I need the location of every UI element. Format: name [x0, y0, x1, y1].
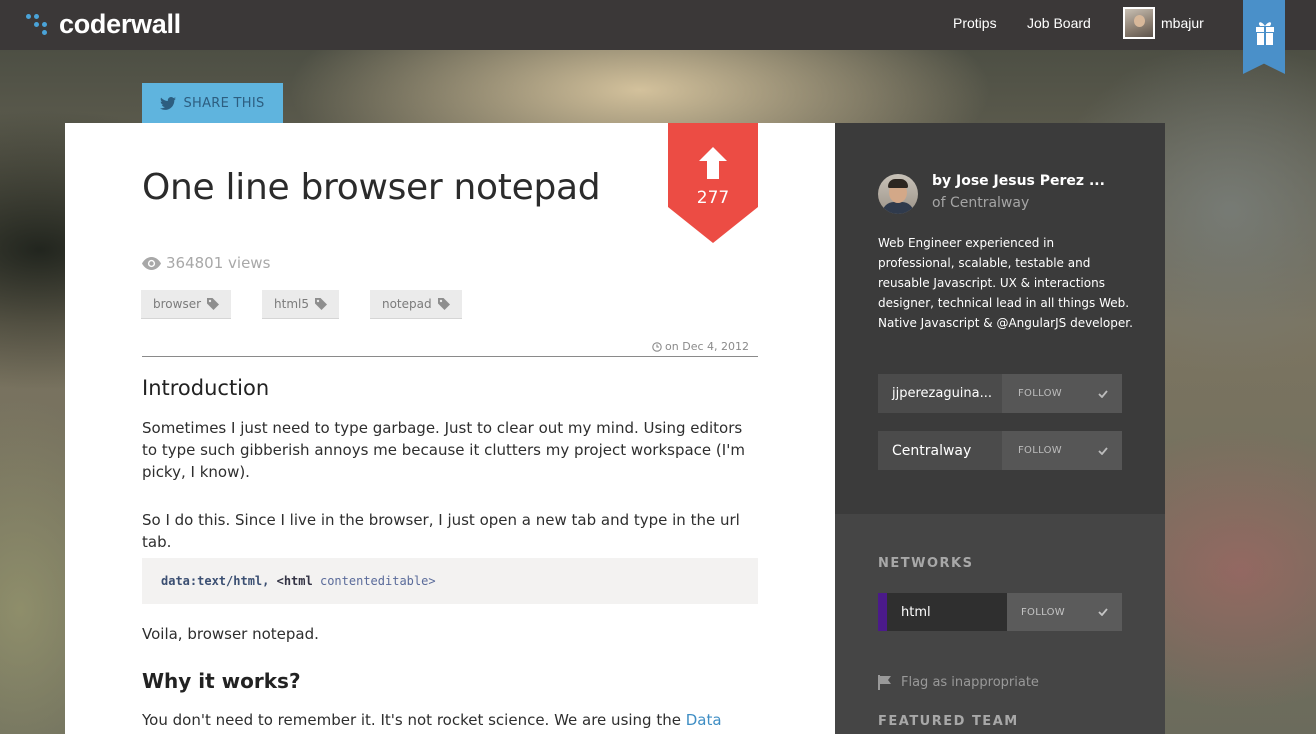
tag-icon [314, 298, 327, 310]
network-row: html FOLLOW [878, 593, 1122, 631]
tag-label: browser [153, 297, 202, 311]
follow-label: FOLLOW [1018, 388, 1062, 399]
networks-title: NETWORKS [878, 556, 974, 571]
why-paragraph: You don't need to remember it. It's not … [142, 709, 762, 734]
twitter-bird-icon [160, 96, 177, 110]
avatar[interactable] [1123, 7, 1155, 39]
author-sidebar: by Jose Jesus Perez ... of Centralway We… [835, 123, 1165, 514]
checkmark-icon [1098, 608, 1108, 616]
follow-team-name[interactable]: Centralway [878, 431, 1002, 470]
nav-job-board[interactable]: Job Board [1027, 15, 1091, 31]
views-text: 364801 views [166, 254, 271, 272]
code-attribute: contenteditable> [319, 574, 436, 588]
tag-html5[interactable]: html5 [262, 290, 339, 318]
coderwall-logo[interactable]: coderwall [24, 9, 181, 40]
follow-network-button[interactable]: FOLLOW [1007, 593, 1122, 631]
network-name[interactable]: html [887, 593, 1007, 631]
top-navbar: coderwall Protips Job Board mbajur [0, 0, 1316, 74]
tag-browser[interactable]: browser [141, 290, 232, 318]
tag-icon [207, 298, 220, 310]
date-text: on Dec 4, 2012 [665, 340, 749, 353]
follow-label: FOLLOW [1021, 606, 1065, 618]
featured-team-title: FEATURED TEAM [878, 714, 1019, 729]
tag-label: html5 [274, 297, 309, 311]
follow-team-row: Centralway FOLLOW [878, 431, 1122, 470]
divider [142, 356, 758, 357]
author-org[interactable]: of Centralway [932, 195, 1029, 211]
author-avatar[interactable] [878, 174, 918, 214]
view-count: 364801 views [142, 254, 270, 272]
tag-label: notepad [381, 297, 432, 311]
networks-sidebar: NETWORKS html FOLLOW Flag as inappropria… [835, 514, 1165, 734]
voila-paragraph: Voila, browser notepad. [142, 625, 319, 643]
why-text: You don't need to remember it. It's not … [142, 711, 686, 729]
intro-heading: Introduction [142, 376, 270, 400]
nav-protips[interactable]: Protips [953, 15, 997, 31]
eye-icon [142, 256, 161, 270]
intro-paragraph-1: Sometimes I just need to type garbage. J… [142, 419, 745, 481]
follow-team-button[interactable]: FOLLOW [1002, 431, 1122, 470]
gift-icon [1256, 22, 1274, 45]
intro-paragraph-2: So I do this. Since I live in the browse… [142, 511, 740, 551]
flag-label: Flag as inappropriate [901, 675, 1039, 690]
code-block: data:text/html, <html contenteditable> [142, 558, 758, 604]
author-name[interactable]: by Jose Jesus Perez ... [932, 173, 1105, 189]
checkmark-icon [1098, 446, 1108, 455]
up-arrow-icon [699, 147, 727, 179]
flag-inappropriate-link[interactable]: Flag as inappropriate [878, 675, 1039, 690]
article-title: One line browser notepad [142, 167, 601, 208]
share-button[interactable]: SHARE THIS [142, 83, 283, 123]
follow-user-row: jjperezaguina... FOLLOW [878, 374, 1122, 413]
follow-user-button[interactable]: FOLLOW [1002, 374, 1122, 413]
code-tag: <html [276, 574, 313, 588]
clock-icon [652, 341, 662, 352]
flag-icon [878, 675, 891, 690]
tag-icon [437, 298, 450, 310]
tag-list: browser html5 notepad [141, 290, 493, 318]
share-label: SHARE THIS [183, 95, 265, 111]
publish-date: on Dec 4, 2012 [652, 340, 749, 353]
username[interactable]: mbajur [1161, 15, 1204, 31]
upvote-button[interactable]: 277 [668, 123, 758, 243]
follow-label: FOLLOW [1018, 445, 1062, 456]
author-bio: Web Engineer experienced in professional… [878, 236, 1133, 330]
article-card: One line browser notepad 277 364801 view… [65, 123, 835, 734]
follow-user-name[interactable]: jjperezaguina... [878, 374, 1002, 413]
code-keyword: data:text/html, [161, 574, 270, 588]
why-heading: Why it works? [142, 669, 301, 693]
upvote-count: 277 [696, 188, 730, 208]
logo-text: coderwall [59, 9, 181, 39]
user-menu[interactable]: mbajur [1123, 7, 1204, 39]
network-accent [878, 593, 887, 631]
tag-notepad[interactable]: notepad [369, 290, 462, 318]
gift-ribbon[interactable] [1243, 0, 1285, 74]
checkmark-icon [1098, 389, 1108, 398]
logo-dots-icon [24, 12, 50, 38]
